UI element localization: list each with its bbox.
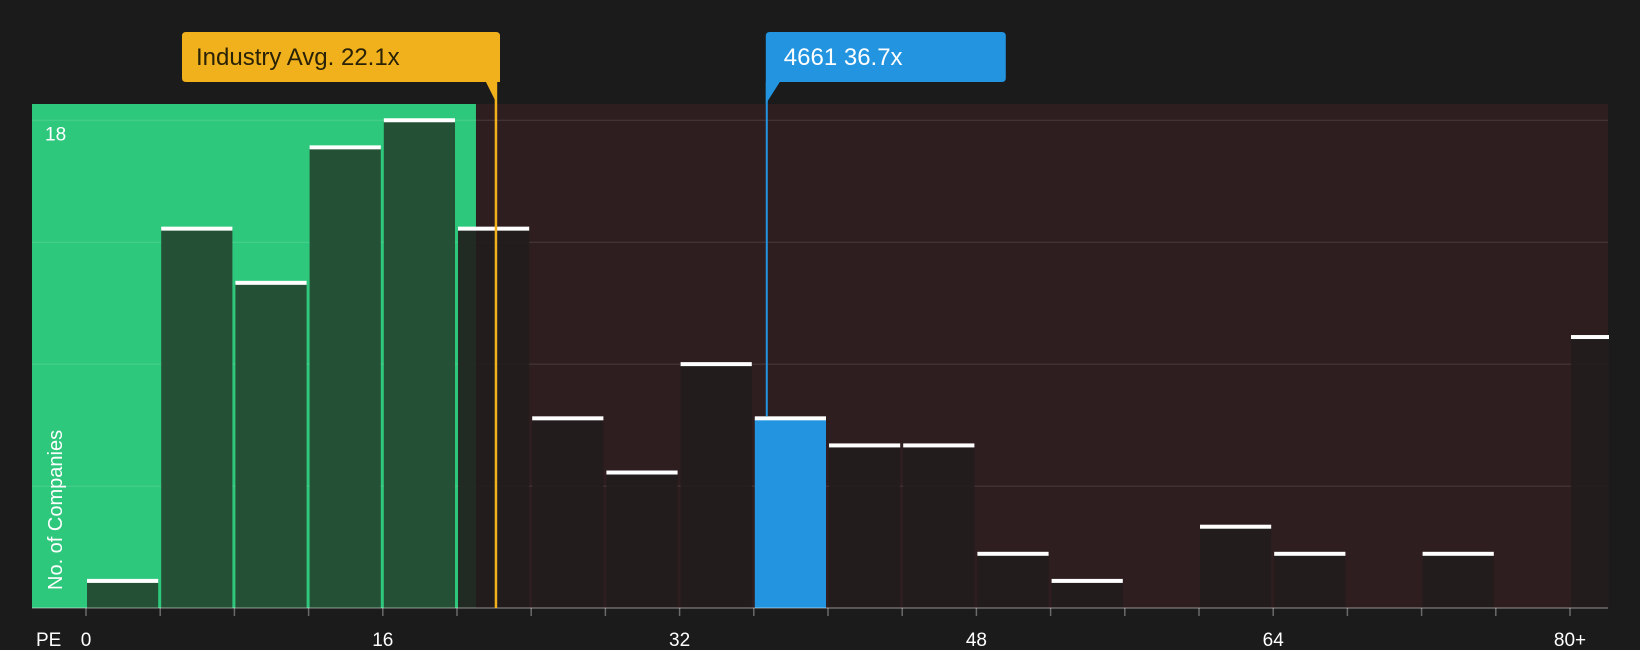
histogram-bar [383,120,455,609]
histogram-bar [532,418,604,608]
bar-cap [458,226,530,231]
x-tick-label: 48 [966,630,987,650]
histogram-bar [754,418,826,608]
bar-cap [903,443,975,448]
bar-cap [754,416,826,421]
histogram-bar [235,282,307,608]
bar-cap [977,551,1049,556]
x-tick-label: 0 [81,630,92,650]
x-tick-label: 16 [372,630,393,650]
bar-cap [1274,551,1346,556]
bar-cap [87,578,159,583]
bar-cap [829,443,901,448]
pe-distribution-chart: 0 16 32 48 64 80+ 18 No. of Companies PE Indu… [32,32,1609,650]
bar-cap [1200,524,1272,529]
histogram-bar [1200,526,1272,608]
bar-cap [235,280,307,285]
histogram-bar [161,228,233,609]
x-tick-label: 32 [669,630,690,650]
bar-cap [1051,578,1123,583]
histogram-bar [458,228,530,609]
y-axis-label: No. of Companies [45,430,67,590]
x-tick-label: 80+ [1554,630,1586,650]
bar-cap [1571,335,1609,340]
bar-cap [1422,551,1494,556]
bar-cap [161,226,233,231]
histogram-bar [309,147,381,608]
histogram-bar [606,472,678,608]
bar-cap [606,470,678,475]
histogram-bar [829,445,901,608]
histogram-bar [903,445,975,608]
bar-cap [680,362,752,367]
bar-cap [532,416,604,421]
x-axis-ticks: 0 16 32 48 64 80+ [81,608,1586,650]
bar-cap [383,118,455,123]
histogram-bar [87,580,159,608]
bar-cap [309,145,381,150]
industry-average-label: Industry Avg. 22.1x [196,44,400,71]
y-tick-label: 18 [45,124,66,145]
company-pe-label: 4661 36.7x [784,44,903,71]
histogram-bar [680,364,752,608]
x-tick-label: 64 [1263,630,1285,650]
histogram-bar [1422,553,1494,608]
histogram-bar [977,553,1049,608]
histogram-bar [1051,580,1123,608]
x-axis-label: PE [36,630,61,650]
histogram-bar [1274,553,1346,608]
histogram-bar [1571,337,1609,608]
